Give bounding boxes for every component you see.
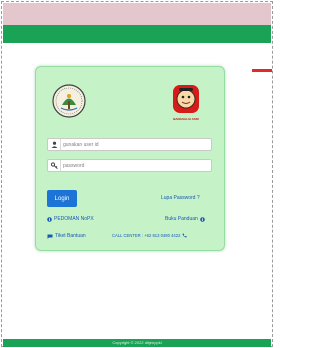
- call-center-label: CALL CENTER : +62 813 0480 4422: [112, 233, 181, 238]
- forgot-password-link[interactable]: Lupa Password ?: [161, 195, 200, 201]
- chat-icon: [47, 234, 53, 239]
- call-center-link[interactable]: CALL CENTER : +62 813 0480 4422: [112, 233, 188, 238]
- header-bar: [3, 25, 271, 43]
- buku-panduan-link[interactable]: Buku Panduan: [165, 216, 205, 222]
- user-id-input[interactable]: [63, 139, 208, 150]
- password-field[interactable]: [47, 159, 212, 172]
- pedoman-label: PEDOMAN NoPX: [54, 216, 94, 222]
- info-icon: [200, 216, 205, 222]
- password-input[interactable]: [63, 160, 208, 171]
- pedoman-link[interactable]: PEDOMAN NoPX: [47, 216, 94, 222]
- user-id-field[interactable]: [47, 138, 212, 151]
- tiket-bantuan-label: Tiket Bantuan: [55, 233, 86, 239]
- mascot-logo: BANGSALIA ASRI: [167, 83, 205, 125]
- mascot-caption: BANGSALIA ASRI: [173, 117, 199, 121]
- tiket-bantuan-link[interactable]: Tiket Bantuan: [47, 233, 86, 239]
- user-icon: [48, 139, 61, 150]
- annotation-arrow: [252, 69, 272, 72]
- login-card: BANGSALIA ASRI Login Lupa Password ? PED…: [35, 66, 225, 251]
- forgot-password-label: Lupa Password ?: [161, 195, 200, 201]
- key-icon: [48, 160, 61, 171]
- phone-icon: [183, 233, 188, 238]
- buku-panduan-label: Buku Panduan: [165, 216, 198, 222]
- kementerian-lhk-logo: [52, 84, 86, 118]
- login-button[interactable]: Login: [47, 190, 77, 207]
- footer: Copyright © 2022 ditjenppkl: [3, 339, 271, 347]
- browser-top-band: [3, 3, 271, 25]
- info-icon: [47, 216, 52, 222]
